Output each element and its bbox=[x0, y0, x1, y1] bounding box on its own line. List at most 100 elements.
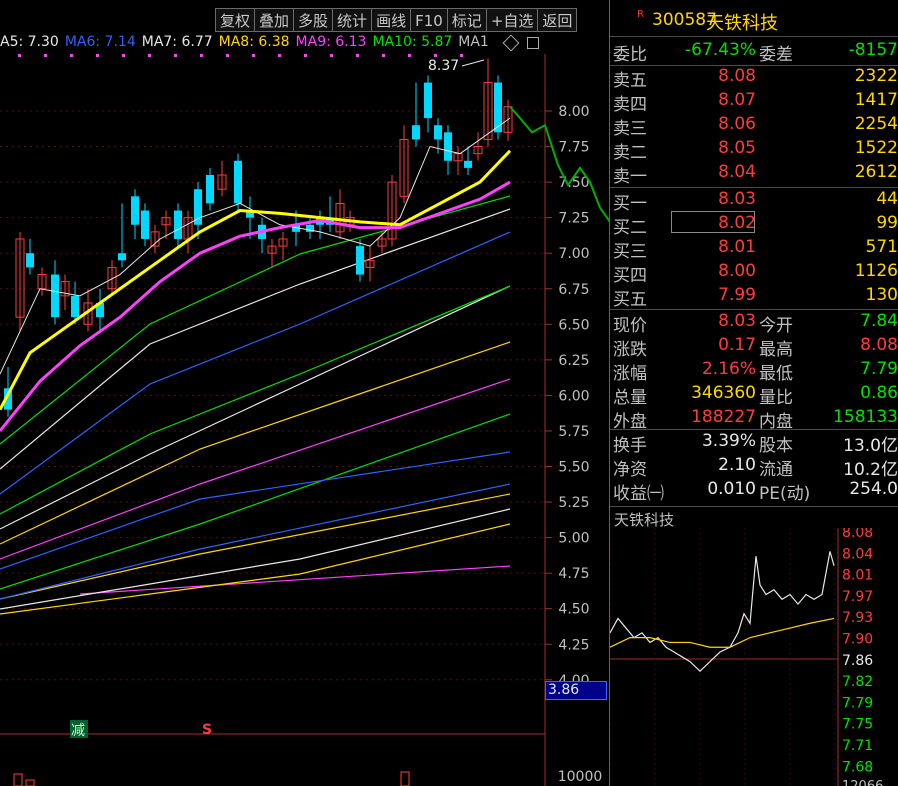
peak-price-label: 8.37 bbox=[428, 58, 459, 74]
fundamental-row: 净资 2.10 流通 10.2亿 bbox=[610, 455, 898, 480]
bid-row[interactable]: 买五 7.99 130 bbox=[610, 285, 898, 310]
quote-value: 7.79 bbox=[860, 359, 898, 379]
legend-dot bbox=[252, 54, 255, 57]
quote-value: 0.86 bbox=[860, 383, 898, 403]
fundamental-label: 净资 bbox=[613, 460, 647, 480]
intraday-price-line bbox=[610, 551, 835, 673]
bid-highlight-box bbox=[671, 211, 755, 233]
quote-row: 总量 346360 量比 0.86 bbox=[610, 383, 898, 408]
bid-row[interactable]: 买四 8.00 1126 bbox=[610, 261, 898, 286]
ma-line bbox=[0, 493, 511, 600]
level-price: 8.01 bbox=[718, 237, 756, 257]
toolbar-button[interactable]: 返回 bbox=[538, 8, 578, 32]
fundamental-row: 换手 3.39% 股本 13.0亿 bbox=[610, 431, 898, 456]
intraday-tick-label: 7.79 bbox=[842, 695, 873, 711]
level-volume: 2322 bbox=[854, 66, 898, 86]
bid-list: 买一 8.03 44 买二 8.02 99 买三 8.01 571 买四 8.00 1126 买五 7.9… bbox=[610, 189, 898, 311]
toolbar-button[interactable]: 叠加 bbox=[255, 8, 295, 32]
intraday-tick-label: 7.71 bbox=[842, 738, 873, 754]
fundamental-label: PE(动) bbox=[759, 484, 811, 504]
price-tick-label: 6.75 bbox=[558, 282, 589, 298]
bid-row[interactable]: 买一 8.03 44 bbox=[610, 189, 898, 214]
candle-body bbox=[51, 274, 59, 318]
ask-row[interactable]: 卖四 8.07 1417 bbox=[610, 90, 898, 115]
ma10-line bbox=[0, 149, 512, 411]
legend-dot bbox=[330, 54, 333, 57]
fundamental-value: 10.2亿 bbox=[843, 460, 898, 480]
legend-dot bbox=[382, 54, 385, 57]
ma-line bbox=[79, 565, 511, 595]
intraday-tick-label: 7.68 bbox=[842, 759, 873, 775]
level-price: 8.06 bbox=[718, 114, 756, 134]
level-label: 卖二 bbox=[613, 143, 647, 163]
weibi-value: -67.43% bbox=[685, 40, 756, 60]
chart-toolbar: 复权 叠加 多股 统计 画线 F10 标记 +自选 返回 bbox=[215, 8, 578, 34]
ma-legend-item: MA6: 7.14 bbox=[64, 34, 136, 50]
weicha-label: 委差 bbox=[759, 45, 793, 65]
ask-row[interactable]: 卖二 8.05 1522 bbox=[610, 138, 898, 163]
quote-label: 今开 bbox=[759, 316, 793, 336]
ma-fan-lines bbox=[0, 195, 511, 615]
legend-toggle-icon[interactable] bbox=[502, 34, 520, 52]
candle-body bbox=[434, 125, 442, 140]
ask-bid-divider bbox=[610, 187, 898, 188]
level-volume: 1417 bbox=[854, 90, 898, 110]
ma-line bbox=[0, 341, 511, 545]
level-price: 8.08 bbox=[718, 66, 756, 86]
toolbar-button[interactable]: F10 bbox=[411, 8, 448, 32]
level-price: 7.99 bbox=[718, 285, 756, 305]
toolbar-button[interactable]: 标记 bbox=[447, 8, 487, 32]
quote-row: 外盘 188227 内盘 158133 bbox=[610, 407, 898, 432]
ma-legend-item: MA7: 6.77 bbox=[141, 34, 213, 50]
level-label: 卖三 bbox=[613, 119, 647, 139]
candle-body bbox=[141, 210, 149, 239]
current-price-tag: 3.86 bbox=[545, 681, 607, 700]
candle-body bbox=[464, 160, 472, 168]
ma-line bbox=[0, 231, 511, 495]
ma-legend-item: MA8: 6.38 bbox=[218, 34, 290, 50]
level-price: 8.04 bbox=[718, 162, 756, 182]
candle-body bbox=[234, 160, 242, 204]
bid-row[interactable]: 买三 8.01 571 bbox=[610, 237, 898, 262]
ma-legend-item: A5: 7.30 bbox=[0, 34, 59, 50]
quote-value: 346360 bbox=[691, 383, 756, 403]
candle-body bbox=[131, 196, 139, 225]
ma-legend-item: MA1 bbox=[458, 34, 489, 50]
legend-dot bbox=[434, 54, 437, 57]
price-axis: 8.007.757.507.257.006.756.506.256.005.75… bbox=[0, 104, 590, 689]
quote-row: 涨跌 0.17 最高 8.08 bbox=[610, 335, 898, 360]
toolbar-button[interactable]: 多股 bbox=[294, 8, 334, 32]
quote-value: 188227 bbox=[691, 407, 756, 427]
legend-dot bbox=[356, 54, 359, 57]
ask-row[interactable]: 卖三 8.06 2254 bbox=[610, 114, 898, 139]
intraday-tick-label: 7.97 bbox=[842, 589, 873, 605]
level-volume: 2254 bbox=[854, 114, 898, 134]
price-tick-label: 4.25 bbox=[558, 637, 589, 653]
intraday-tick-label: 7.93 bbox=[842, 610, 873, 626]
ask-row[interactable]: 卖一 8.04 2612 bbox=[610, 162, 898, 187]
level-label: 买三 bbox=[613, 242, 647, 262]
fundamental-label: 股本 bbox=[759, 436, 793, 456]
level-volume: 1522 bbox=[854, 138, 898, 158]
stock-flag: R bbox=[637, 9, 644, 20]
weibi-row: 委比 -67.43% 委差 -8157 bbox=[610, 40, 898, 65]
intraday-avg-line bbox=[610, 617, 835, 648]
fundamental-row: 收益㈠ 0.010 PE(动) 254.0 bbox=[610, 479, 898, 504]
price-tick-label: 4.50 bbox=[558, 602, 589, 618]
toolbar-button[interactable]: 画线 bbox=[372, 8, 412, 32]
panel-toggle-icon[interactable] bbox=[527, 37, 539, 49]
level-label: 卖一 bbox=[613, 167, 647, 187]
ma5-line bbox=[0, 117, 511, 375]
fundamental-value: 2.10 bbox=[718, 455, 756, 475]
intraday-chart[interactable]: 8.08 8.04 8.01 7.97 7.93 7.90 7.86 7.82 7.79 7.75… bbox=[610, 528, 898, 786]
price-tick-label: 6.00 bbox=[558, 388, 589, 404]
toolbar-button[interactable]: +自选 bbox=[486, 8, 539, 32]
level-label: 买四 bbox=[613, 266, 647, 286]
kline-chart[interactable]: 8.007.757.507.257.006.756.506.256.005.75… bbox=[0, 54, 610, 786]
toolbar-button[interactable]: 复权 bbox=[215, 8, 256, 32]
level-label: 卖五 bbox=[613, 71, 647, 91]
quote-row: 现价 8.03 今开 7.84 bbox=[610, 311, 898, 336]
ask-row[interactable]: 卖五 8.08 2322 bbox=[610, 66, 898, 91]
toolbar-button[interactable]: 统计 bbox=[333, 8, 373, 32]
price-tick-label: 5.25 bbox=[558, 495, 589, 511]
